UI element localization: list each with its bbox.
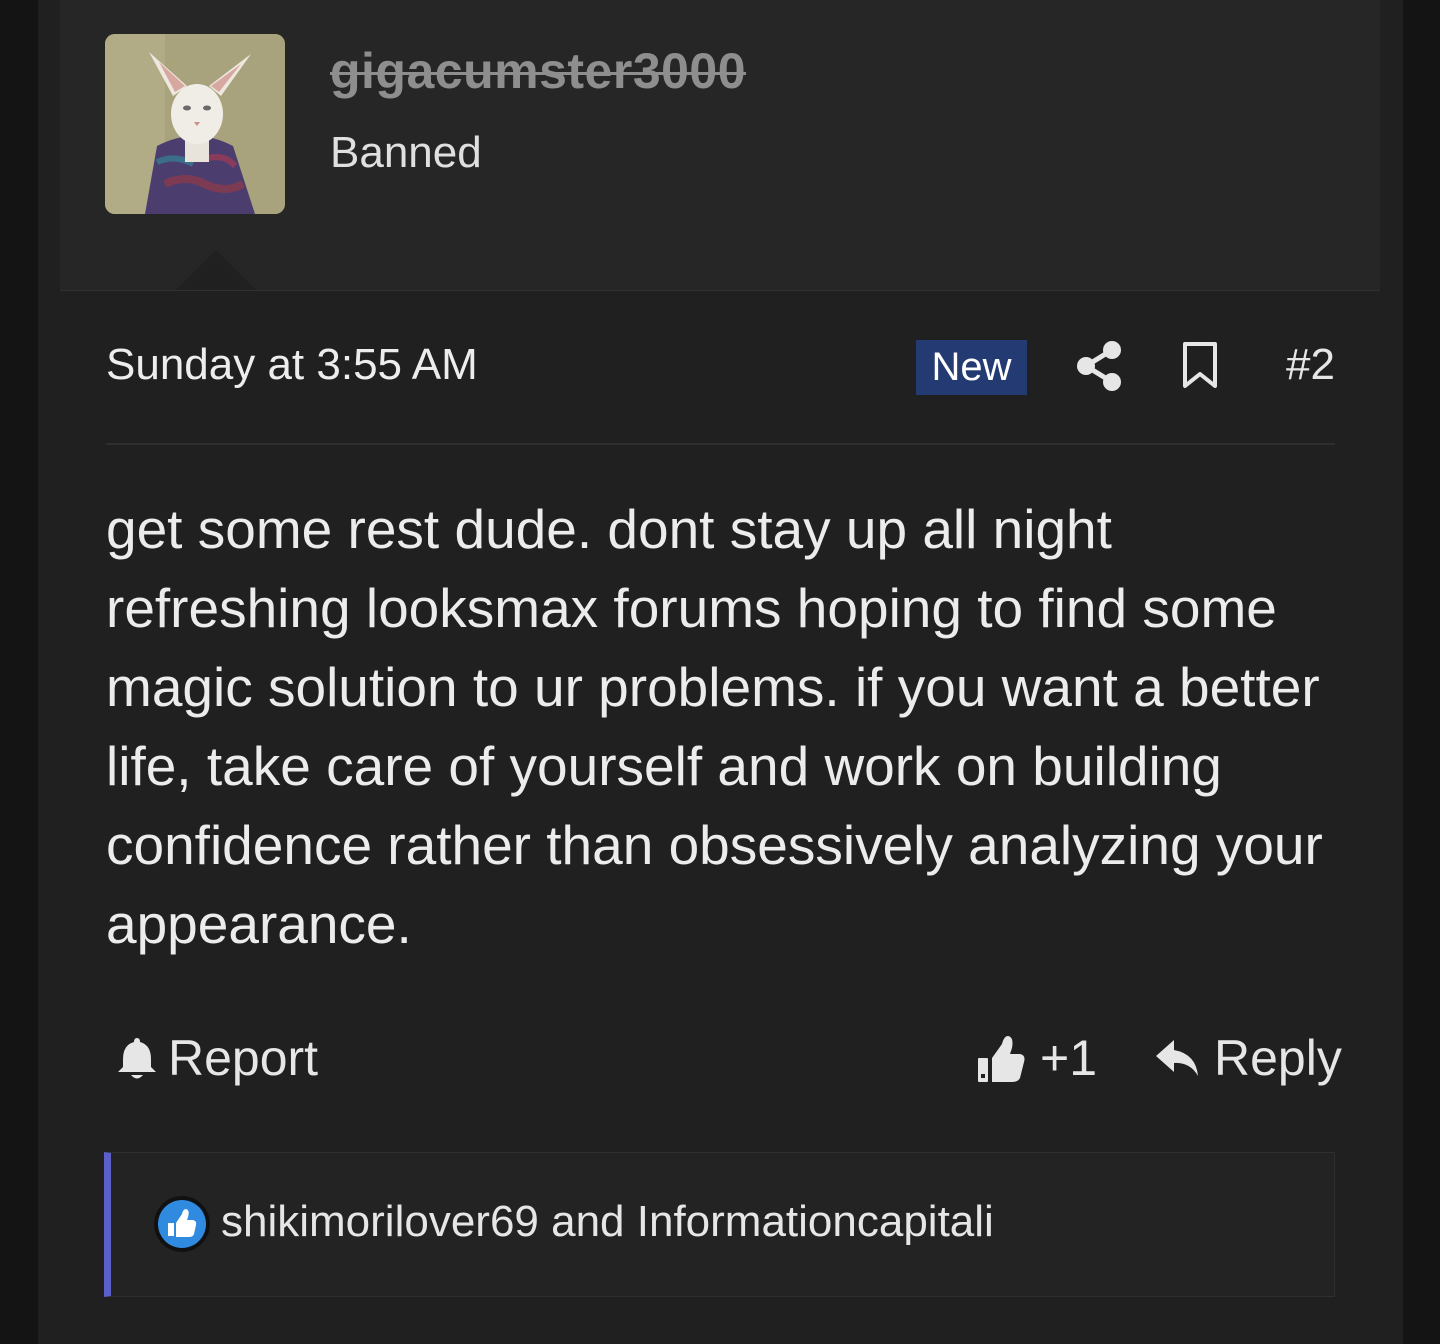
thumbs-up-icon	[978, 1036, 1025, 1082]
post-date[interactable]: Sunday at 3:55 AM	[106, 340, 478, 390]
reaction-users[interactable]: shikimorilover69 and Informationcapitali	[221, 1197, 994, 1247]
user-title: Banned	[330, 128, 482, 177]
bell-icon	[118, 1038, 156, 1079]
reply-label: Reply	[1214, 1030, 1342, 1086]
divider	[106, 443, 1335, 445]
avatar[interactable]	[105, 34, 285, 214]
username[interactable]: gigacumster3000	[330, 42, 746, 100]
post-number-link[interactable]: #2	[1278, 340, 1335, 390]
cat-avatar-icon	[105, 34, 285, 214]
new-badge: New	[916, 340, 1027, 395]
post-body: get some rest dude. dont stay up all nig…	[106, 498, 1323, 955]
share-button[interactable]	[1076, 340, 1122, 392]
bookmark-button[interactable]	[1180, 340, 1220, 392]
reply-arrow-icon	[1156, 1040, 1198, 1076]
share-icon	[1077, 341, 1121, 391]
user-block-arrow	[176, 250, 256, 290]
like-badge-icon	[154, 1196, 210, 1252]
report-label: Report	[168, 1030, 319, 1086]
reactions-bar[interactable]: shikimorilover69 and Informationcapitali	[104, 1152, 1335, 1297]
user-block: gigacumster3000 Banned	[60, 0, 1380, 291]
reply-button[interactable]: Reply	[1154, 1028, 1342, 1088]
forum-post: gigacumster3000 Banned Sunday at 3:55 AM…	[38, 0, 1403, 1344]
report-button[interactable]: Report	[116, 1028, 318, 1088]
reaction-count: +1	[1040, 1030, 1098, 1086]
like-button[interactable]: +1	[976, 1028, 1097, 1088]
bookmark-icon	[1183, 342, 1217, 388]
